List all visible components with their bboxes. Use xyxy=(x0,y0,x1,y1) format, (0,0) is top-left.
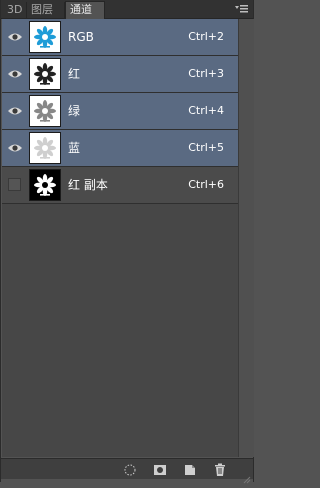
channel-shortcut: Ctrl+3 xyxy=(188,67,224,80)
channel-name: 红 xyxy=(68,67,81,81)
channels-panel: 3D 图层 通道 RGB Ctrl+2 红 Ctrl+3 绿 Ctrl+4 蓝 Ctrl+5 红… xyxy=(0,0,254,484)
channel-thumbnail xyxy=(29,58,61,90)
visibility-eye-icon[interactable] xyxy=(6,28,24,46)
channel-name: 蓝 xyxy=(68,141,81,155)
channel-thumbnail xyxy=(29,21,61,53)
panel-tab-bar: 3D 图层 通道 xyxy=(1,0,253,19)
channel-row[interactable]: RGB Ctrl+2 xyxy=(2,19,238,56)
panel-menu-icon[interactable] xyxy=(235,3,249,15)
panel-bottom-toolbar xyxy=(1,458,253,484)
visibility-eye-icon[interactable] xyxy=(6,102,24,120)
visibility-eye-icon[interactable] xyxy=(6,139,24,157)
load-selection-icon[interactable] xyxy=(122,462,138,476)
tab-channels[interactable]: 通道 xyxy=(65,1,105,19)
visibility-toggle-box[interactable] xyxy=(8,178,21,191)
visibility-eye-icon[interactable] xyxy=(6,65,24,83)
channel-shortcut: Ctrl+6 xyxy=(188,178,224,191)
delete-channel-icon[interactable] xyxy=(212,462,228,476)
channel-name: RGB xyxy=(68,30,94,44)
channel-row[interactable]: 红 副本 Ctrl+6 xyxy=(2,167,238,204)
new-channel-icon[interactable] xyxy=(182,462,198,476)
tab-layers[interactable]: 图层 xyxy=(27,2,65,18)
channel-shortcut: Ctrl+5 xyxy=(188,141,224,154)
scrollbar[interactable] xyxy=(238,19,254,457)
channel-thumbnail xyxy=(29,95,61,127)
save-selection-as-channel-icon[interactable] xyxy=(152,462,168,476)
resize-grip-icon[interactable] xyxy=(243,469,251,484)
channel-name: 红 副本 xyxy=(68,178,108,192)
channel-thumbnail xyxy=(29,132,61,164)
channel-row[interactable]: 红 Ctrl+3 xyxy=(2,56,238,93)
channel-name: 绿 xyxy=(68,104,81,118)
channel-row[interactable]: 蓝 Ctrl+5 xyxy=(2,130,238,167)
channel-shortcut: Ctrl+4 xyxy=(188,104,224,117)
channel-list: RGB Ctrl+2 红 Ctrl+3 绿 Ctrl+4 蓝 Ctrl+5 红 副本 Ctrl+6 xyxy=(2,19,238,457)
channel-thumbnail xyxy=(29,169,61,201)
tab-3d[interactable]: 3D xyxy=(3,2,27,18)
channel-row[interactable]: 绿 Ctrl+4 xyxy=(2,93,238,130)
channel-shortcut: Ctrl+2 xyxy=(188,30,224,43)
